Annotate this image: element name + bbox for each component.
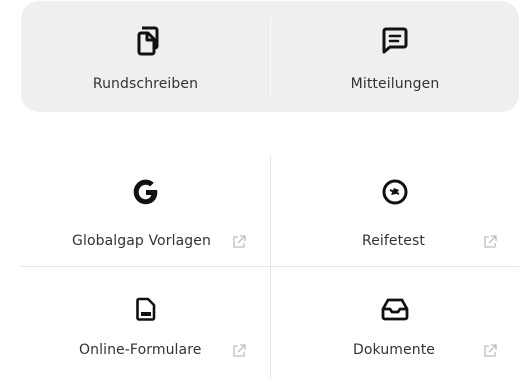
globalgap-vorlagen-tile[interactable]: Globalgap Vorlagen <box>21 156 270 266</box>
reifetest-circle-icon <box>381 178 409 210</box>
dokumente-label: Dokumente <box>353 342 436 358</box>
globalgap-vorlagen-label: Globalgap Vorlagen <box>72 233 211 249</box>
online-formulare-tile[interactable]: Online-Formulare <box>21 267 270 379</box>
document-form-icon <box>135 297 156 325</box>
mitteilungen-tile[interactable]: Mitteilungen <box>271 0 519 111</box>
message-icon <box>382 26 408 58</box>
external-link-icon <box>231 234 247 250</box>
page: Rundschreiben Mitteilungen Globalgap Vor… <box>0 0 520 379</box>
external-link-icon <box>482 343 498 359</box>
inbox-tray-icon <box>381 297 409 325</box>
dokumente-tile[interactable]: Dokumente <box>271 267 519 379</box>
copy-documents-icon <box>133 26 159 60</box>
google-g-icon <box>132 178 160 210</box>
external-link-icon <box>231 343 247 359</box>
reifetest-label: Reifetest <box>362 233 425 249</box>
mitteilungen-label: Mitteilungen <box>350 76 440 92</box>
rundschreiben-tile[interactable]: Rundschreiben <box>21 0 270 111</box>
online-formulare-label: Online-Formulare <box>79 342 202 358</box>
rundschreiben-label: Rundschreiben <box>92 76 199 92</box>
reifetest-tile[interactable]: Reifetest <box>271 156 519 266</box>
external-link-icon <box>482 234 498 250</box>
